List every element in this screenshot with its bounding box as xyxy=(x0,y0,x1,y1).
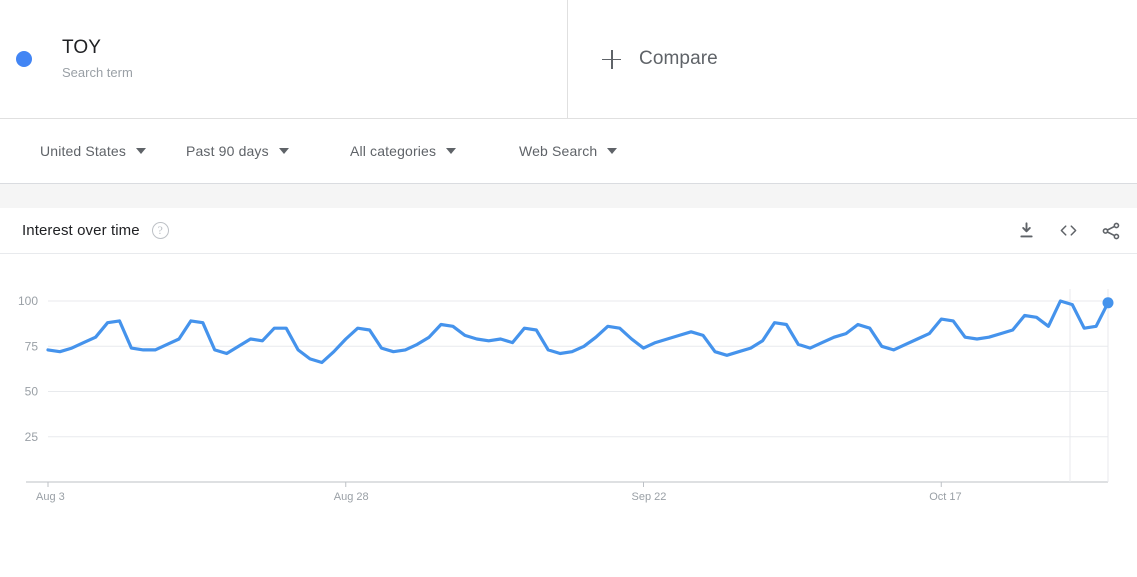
filter-label: All categories xyxy=(350,143,437,159)
y-axis-tick: 50 xyxy=(25,385,39,399)
interest-over-time-card: Interest over time ? 25 50 75 100 Aug 3 … xyxy=(0,208,1137,577)
filter-label: Past 90 days xyxy=(186,143,269,159)
page-title: Interest over time xyxy=(22,222,140,239)
embed-code-icon[interactable] xyxy=(1058,221,1079,240)
trend-line-chart: 25 50 75 100 Aug 3 Aug 28 Sep 22 Oct 17 xyxy=(18,289,1114,503)
search-term-title: TOY xyxy=(62,36,102,58)
filter-past-90-days[interactable]: Past 90 days xyxy=(186,119,289,183)
chart-actions xyxy=(1017,221,1121,241)
x-axis-tick: Aug 28 xyxy=(334,491,369,503)
x-axis-tick: Oct 17 xyxy=(929,491,961,503)
chevron-down-icon xyxy=(278,148,289,154)
compare-button[interactable]: Compare xyxy=(568,0,1137,118)
download-icon[interactable] xyxy=(1017,221,1036,240)
y-axis-tick: 25 xyxy=(25,430,39,444)
series-color-dot xyxy=(16,51,32,67)
chart-plot-area[interactable]: 255075100Aug 3Aug 28Sep 22Oct 17 Oct 31,… xyxy=(0,254,1137,577)
trend-line xyxy=(46,299,1110,365)
search-term-card[interactable]: TOY Search term xyxy=(0,0,568,118)
y-axis-tick: 100 xyxy=(18,294,38,308)
plus-icon xyxy=(602,49,621,69)
chevron-down-icon xyxy=(136,148,146,154)
filter-label: United States xyxy=(40,143,126,159)
share-icon[interactable] xyxy=(1101,221,1121,241)
y-axis-tick: 75 xyxy=(25,339,39,353)
endpoint-marker xyxy=(1102,297,1114,309)
chevron-down-icon xyxy=(446,148,457,154)
filter-bar: United States Past 90 days All categories W… xyxy=(0,119,1137,184)
search-term-subtitle: Search term xyxy=(62,64,133,80)
search-term-bar: TOY Search term Compare xyxy=(0,0,1137,119)
filter-web-search[interactable]: Web Search xyxy=(519,119,618,183)
help-icon[interactable]: ? xyxy=(151,222,169,239)
section-gutter xyxy=(0,184,1137,208)
chart-header: Interest over time ? xyxy=(0,208,1137,254)
x-axis-tick: Sep 22 xyxy=(632,491,667,503)
x-axis-tick: Aug 3 xyxy=(36,491,65,503)
filter-label: Web Search xyxy=(519,143,598,159)
search-term-text: TOY Search term xyxy=(62,36,133,83)
filter-united-states[interactable]: United States xyxy=(40,119,146,183)
filter-all-categories[interactable]: All categories xyxy=(350,119,457,183)
chevron-down-icon xyxy=(607,148,618,154)
compare-label: Compare xyxy=(639,48,718,69)
